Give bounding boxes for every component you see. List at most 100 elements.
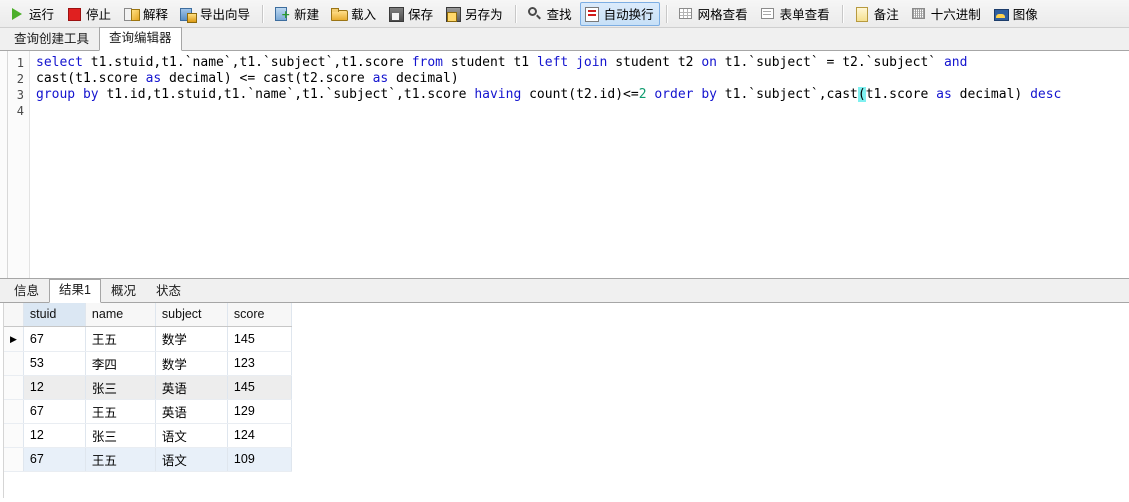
cell-name[interactable]: 张三 bbox=[85, 375, 156, 400]
toolbar-button-hex[interactable]: 十六进制 bbox=[907, 2, 987, 26]
table-row[interactable]: ▶ 67 王五 数学 145 bbox=[4, 326, 292, 352]
sql-keyword: on bbox=[701, 55, 717, 70]
table-row[interactable]: 67 王五 英语 129 bbox=[4, 399, 292, 424]
toolbar-button-word-wrap[interactable]: 自动换行 bbox=[579, 1, 660, 26]
row-indicator[interactable] bbox=[4, 423, 24, 448]
cell-name[interactable]: 李四 bbox=[85, 351, 156, 376]
toolbar-button-form-view[interactable]: 表单查看 bbox=[756, 2, 836, 26]
save-icon bbox=[388, 6, 405, 22]
toolbar-button-label: 导出向导 bbox=[200, 8, 251, 22]
cell-stuid[interactable]: 53 bbox=[23, 351, 86, 376]
cell-score[interactable]: 123 bbox=[227, 351, 292, 376]
cell-score[interactable]: 129 bbox=[227, 399, 292, 424]
cell-name[interactable]: 王五 bbox=[85, 399, 156, 424]
toolbar-separator bbox=[514, 4, 517, 23]
table-row[interactable]: 53 李四 数学 123 bbox=[4, 351, 292, 376]
sql-keyword: and bbox=[943, 55, 968, 70]
hex-icon bbox=[911, 6, 927, 22]
row-indicator-header bbox=[4, 303, 24, 327]
toolbar-separator bbox=[665, 4, 668, 23]
cell-score[interactable]: 109 bbox=[227, 447, 292, 472]
table-row[interactable]: 67 王五 语文 109 bbox=[4, 447, 292, 472]
cell-name[interactable]: 张三 bbox=[85, 423, 156, 448]
column-header-stuid[interactable]: stuid bbox=[23, 303, 86, 327]
word-wrap-icon bbox=[584, 6, 600, 22]
cell-stuid[interactable]: 67 bbox=[23, 399, 86, 424]
result-grid-body[interactable]: ▶ 67 王五 数学 145 53 李四 数学 123 12 张三 英语 145 67 王五 英语 129 12 张… bbox=[4, 326, 292, 472]
grid-view-icon bbox=[678, 6, 694, 22]
sql-keyword: select bbox=[36, 55, 83, 70]
sql-keyword: as bbox=[145, 71, 162, 86]
current-row-arrow-icon: ▶ bbox=[10, 333, 17, 344]
toolbar-button-label: 解释 bbox=[143, 8, 169, 22]
cell-stuid[interactable]: 67 bbox=[23, 326, 86, 352]
table-row[interactable]: 12 张三 英语 145 bbox=[4, 375, 292, 400]
cell-name[interactable]: 王五 bbox=[85, 447, 156, 472]
toolbar-button-label: 网格查看 bbox=[697, 8, 748, 22]
column-header-subject[interactable]: subject bbox=[155, 303, 228, 327]
row-indicator[interactable]: ▶ bbox=[4, 326, 24, 352]
result-tab-0[interactable]: 信息 bbox=[4, 280, 50, 302]
result-tab-2[interactable]: 概况 bbox=[100, 280, 146, 302]
table-row[interactable]: 12 张三 语文 124 bbox=[4, 423, 292, 448]
line-numbers: 1 2 3 4 bbox=[0, 51, 29, 119]
cell-subject[interactable]: 数学 bbox=[155, 326, 228, 352]
row-indicator[interactable] bbox=[4, 375, 24, 400]
toolbar-button-memo[interactable]: 备注 bbox=[850, 2, 905, 26]
sql-keyword: group bbox=[36, 87, 76, 102]
sql-keyword: from bbox=[411, 55, 444, 70]
cell-subject[interactable]: 语文 bbox=[155, 423, 228, 448]
cell-stuid[interactable]: 12 bbox=[23, 423, 86, 448]
toolbar-button-label: 保存 bbox=[408, 8, 434, 22]
column-header-score[interactable]: score bbox=[227, 303, 292, 327]
result-grid[interactable]: stuid name subject score ▶ 67 王五 数学 145 53 李四 数学 12… bbox=[4, 303, 292, 472]
row-indicator[interactable] bbox=[4, 447, 24, 472]
column-header-name[interactable]: name bbox=[85, 303, 156, 327]
cell-subject[interactable]: 数学 bbox=[155, 351, 228, 376]
toolbar-button-stop[interactable]: 停止 bbox=[62, 2, 117, 26]
cell-subject[interactable]: 英语 bbox=[155, 375, 228, 400]
explain-icon bbox=[123, 6, 141, 22]
toolbar-button-new[interactable]: 新建 bbox=[270, 2, 325, 26]
result-tabstrip: 信息 结果1 概况 状态 bbox=[0, 279, 1129, 303]
toolbar-button-label: 十六进制 bbox=[930, 8, 981, 22]
cell-name[interactable]: 王五 bbox=[85, 326, 156, 352]
row-indicator[interactable] bbox=[4, 351, 24, 376]
cell-stuid[interactable]: 12 bbox=[23, 375, 86, 400]
cell-score[interactable]: 145 bbox=[227, 326, 292, 352]
cell-stuid[interactable]: 67 bbox=[23, 447, 86, 472]
line-number: 4 bbox=[16, 104, 24, 118]
toolbar-button-grid-view[interactable]: 网格查看 bbox=[674, 2, 754, 26]
tab-1[interactable]: 查询编辑器 bbox=[99, 27, 182, 51]
toolbar-button-run[interactable]: 运行 bbox=[5, 2, 60, 26]
toolbar-button-label: 另存为 bbox=[465, 8, 503, 22]
editor-tabstrip: 查询创建工具 查询编辑器 bbox=[0, 27, 1129, 51]
sql-code-text[interactable]: select t1.stuid,t1.`name`,t1.`subject`,t… bbox=[36, 55, 1129, 119]
toolbar-button-load[interactable]: 载入 bbox=[327, 2, 382, 26]
stop-icon bbox=[66, 6, 82, 22]
toolbar-button-label: 运行 bbox=[29, 8, 55, 22]
cell-score[interactable]: 145 bbox=[227, 375, 292, 400]
result-tab-1[interactable]: 结果1 bbox=[49, 279, 101, 303]
cell-subject[interactable]: 语文 bbox=[155, 447, 228, 472]
toolbar-button-save[interactable]: 保存 bbox=[384, 2, 439, 26]
tab-0[interactable]: 查询创建工具 bbox=[4, 28, 100, 50]
toolbar-button-export-wizard[interactable]: 导出向导 bbox=[176, 2, 256, 26]
toolbar-button-explain[interactable]: 解释 bbox=[119, 2, 174, 26]
image-icon bbox=[993, 6, 1009, 22]
row-indicator[interactable] bbox=[4, 399, 24, 424]
toolbar-button-image[interactable]: 图像 bbox=[989, 2, 1044, 26]
cell-score[interactable]: 124 bbox=[227, 423, 292, 448]
result-tab-3[interactable]: 状态 bbox=[145, 280, 191, 302]
toolbar-separator bbox=[262, 4, 265, 23]
toolbar-button-label: 载入 bbox=[351, 8, 377, 22]
sql-keyword: by bbox=[701, 87, 717, 102]
sql-editor[interactable]: 1 2 3 4 select t1.stuid,t1.`name`,t1.`subje… bbox=[0, 51, 1129, 279]
toolbar-button-save-as[interactable]: 另存为 bbox=[441, 2, 509, 26]
cell-subject[interactable]: 英语 bbox=[155, 399, 228, 424]
result-pane: stuid name subject score ▶ 67 王五 数学 145 53 李四 数学 12… bbox=[0, 303, 1129, 498]
run-icon bbox=[9, 6, 25, 22]
toolbar-button-search[interactable]: 查找 bbox=[523, 2, 578, 26]
line-number-gutter: 1 2 3 4 bbox=[0, 51, 30, 278]
sql-keyword: by bbox=[82, 87, 99, 102]
